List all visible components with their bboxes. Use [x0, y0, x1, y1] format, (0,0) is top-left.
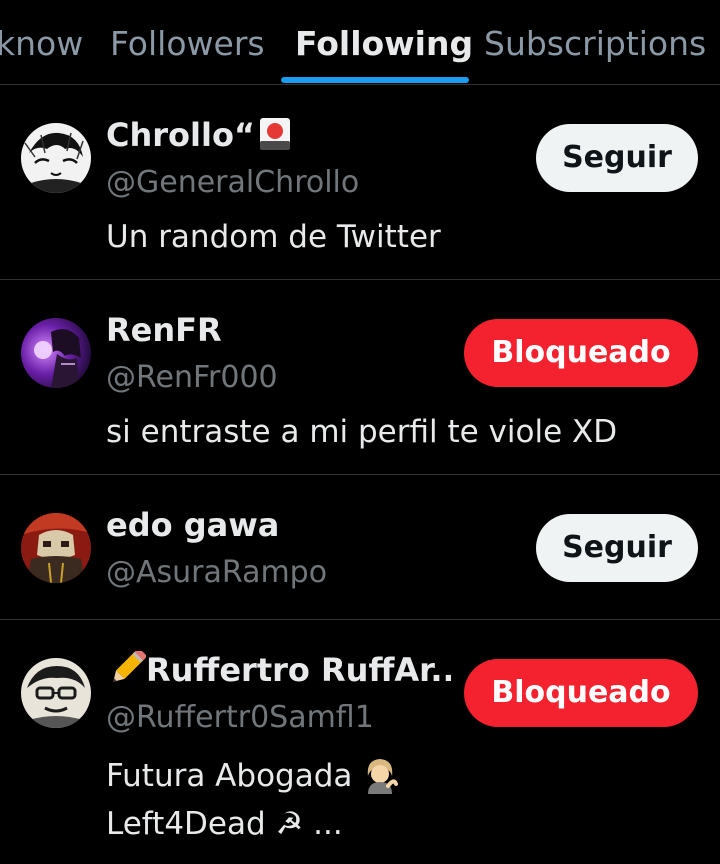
user-handle: @Ruffertr0Samfl1 [106, 700, 374, 735]
display-name[interactable]: edo gawa [106, 505, 279, 545]
display-name[interactable]: Ruffertro RuffAr... [106, 650, 451, 690]
flag-card-icon [259, 117, 291, 151]
avatar[interactable] [21, 658, 91, 728]
profile-tabs: know Followers Following Subscriptions [0, 0, 720, 85]
user-row[interactable]: edo gawa @AsuraRampo Seguir [0, 475, 720, 620]
user-handle: @GeneralChrollo [106, 165, 360, 200]
user-row[interactable]: Chrollo“ @GeneralChrollo Un random de Tw… [0, 85, 720, 280]
user-handle: @AsuraRampo [106, 555, 328, 590]
blocked-button[interactable]: Bloqueado [464, 319, 698, 387]
pencil-icon [106, 650, 148, 687]
woman-tipping-hand-icon [362, 756, 399, 794]
active-tab-indicator [281, 77, 469, 83]
user-row[interactable]: RenFR @RenFr000 si entraste a mi perfil … [0, 280, 720, 475]
avatar[interactable] [21, 513, 91, 583]
tab-following[interactable]: Following [295, 22, 473, 66]
tab-know[interactable]: know [0, 22, 83, 66]
user-bio: Futura Abogada [106, 752, 399, 800]
avatar[interactable] [21, 318, 91, 388]
avatar[interactable] [21, 123, 91, 193]
follow-button[interactable]: Seguir [536, 514, 698, 582]
display-name[interactable]: RenFR [106, 310, 222, 350]
user-row[interactable]: Ruffertro RuffAr... @Ruffertr0Samfl1 Fut… [0, 620, 720, 864]
display-name[interactable]: Chrollo“ [106, 115, 291, 155]
tab-subscriptions[interactable]: Subscriptions [484, 22, 706, 66]
user-bio: si entraste a mi perfil te viole XD [106, 414, 618, 450]
tab-followers[interactable]: Followers [110, 22, 265, 66]
user-handle: @RenFr000 [106, 360, 278, 395]
user-bio: Un random de Twitter [106, 219, 441, 255]
user-bio-line-2: Left4Dead ☭ ... [106, 806, 343, 842]
follow-button[interactable]: Seguir [536, 124, 698, 192]
blocked-button[interactable]: Bloqueado [464, 659, 698, 727]
